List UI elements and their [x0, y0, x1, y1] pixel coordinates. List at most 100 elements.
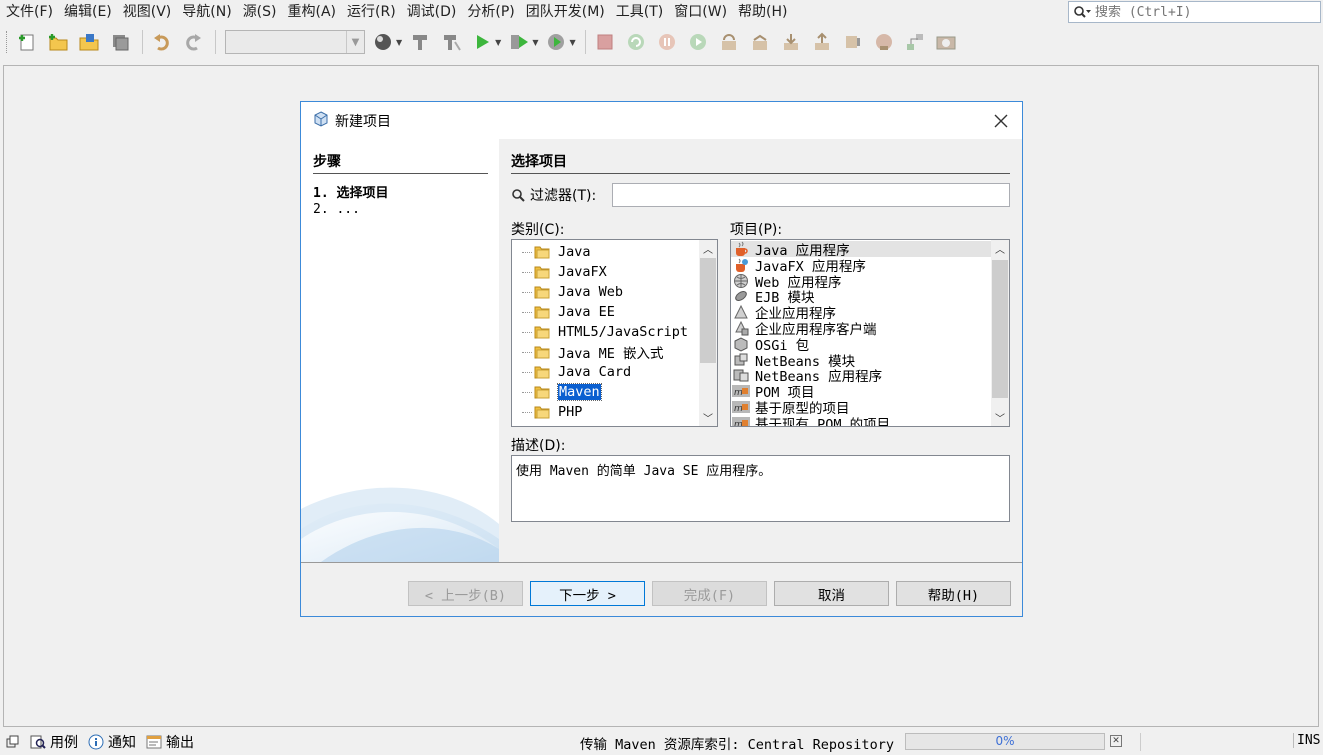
- profile-icon[interactable]: [542, 28, 570, 56]
- stop-icon[interactable]: [591, 28, 619, 56]
- toolbar-separator: [142, 30, 143, 54]
- category-item[interactable]: JavaFX: [522, 262, 607, 282]
- category-item[interactable]: HTML5/JavaScript: [522, 322, 688, 342]
- search-icon[interactable]: [1069, 2, 1095, 22]
- help-button[interactable]: 帮助(H): [896, 581, 1011, 606]
- scroll-up-icon[interactable]: ︿: [991, 240, 1009, 257]
- project-item[interactable]: 企业应用程序: [731, 304, 991, 322]
- project-item[interactable]: EJB 模块: [731, 288, 991, 306]
- debug-icon[interactable]: [505, 28, 533, 56]
- category-item[interactable]: Java EE: [522, 302, 615, 322]
- search-box[interactable]: [1068, 1, 1321, 23]
- chevron-down-icon[interactable]: ▼: [346, 31, 364, 53]
- project-item[interactable]: NetBeans 模块: [731, 352, 991, 370]
- category-item[interactable]: Java Web: [522, 282, 623, 302]
- open-project-icon[interactable]: [75, 28, 103, 56]
- notifications-tab[interactable]: 通知: [88, 732, 136, 752]
- chevron-down-icon[interactable]: ▼: [495, 38, 501, 47]
- categories-tree[interactable]: ︿ ﹀ Java JavaFX Java Web Java EE HTML5/JavaS…: [511, 239, 718, 427]
- run-to-cursor-icon[interactable]: [839, 28, 867, 56]
- new-file-icon[interactable]: [13, 28, 41, 56]
- scrollbar-thumb[interactable]: [700, 258, 716, 363]
- globe-icon[interactable]: [369, 28, 397, 56]
- folder-icon: [534, 305, 550, 319]
- menu-item[interactable]: 运行(R): [341, 0, 401, 24]
- menu-item[interactable]: 帮助(H): [732, 0, 792, 24]
- project-item[interactable]: m POM 项目: [731, 383, 991, 401]
- pause-icon[interactable]: [653, 28, 681, 56]
- project-item[interactable]: NetBeans 应用程序: [731, 367, 991, 385]
- menu-item[interactable]: 调试(D): [401, 0, 462, 24]
- category-item[interactable]: Java ME 嵌入式: [522, 342, 664, 362]
- category-item[interactable]: Maven: [522, 382, 602, 402]
- web-globe-icon: [732, 273, 750, 289]
- category-item[interactable]: Java Card: [522, 362, 631, 382]
- new-project-icon[interactable]: [44, 28, 72, 56]
- menu-item[interactable]: 导航(N): [176, 0, 236, 24]
- cancel-task-icon[interactable]: ✕: [1110, 735, 1122, 747]
- continue-icon[interactable]: [684, 28, 712, 56]
- config-combo[interactable]: ▼: [225, 30, 365, 54]
- chevron-down-icon[interactable]: ▼: [396, 38, 402, 47]
- step-into-icon[interactable]: [777, 28, 805, 56]
- category-label: Java ME 嵌入式: [558, 346, 664, 362]
- projects-scrollbar[interactable]: ︿ ﹀: [991, 240, 1009, 426]
- back-button[interactable]: < 上一步(B): [408, 581, 523, 606]
- run-icon[interactable]: [468, 28, 496, 56]
- menu-item[interactable]: 文件(F): [0, 0, 58, 24]
- close-icon[interactable]: [990, 110, 1012, 132]
- output-icon: [146, 734, 162, 750]
- menu-item[interactable]: 工具(T): [610, 0, 668, 24]
- ejb-bean-icon: [732, 288, 750, 304]
- menu-item[interactable]: 视图(V): [117, 0, 177, 24]
- restart-icon[interactable]: [622, 28, 650, 56]
- redo-icon[interactable]: [179, 28, 207, 56]
- project-item[interactable]: OSGi 包: [731, 336, 991, 354]
- finish-button[interactable]: 完成(F): [652, 581, 767, 606]
- content-heading: 选择项目: [511, 151, 1010, 174]
- chevron-down-icon[interactable]: ▼: [532, 38, 538, 47]
- category-item[interactable]: Java: [522, 242, 591, 262]
- projects-list[interactable]: m 基于现有 POM 的项目 m 基于原型的项目 m POM 项目 NetBeans 应用程…: [730, 239, 1010, 427]
- scrollbar-thumb[interactable]: [992, 260, 1008, 398]
- step-out-icon[interactable]: [808, 28, 836, 56]
- toolbar-grip[interactable]: [6, 31, 10, 53]
- project-item[interactable]: JavaFX 应用程序: [731, 257, 991, 275]
- dialog-title-bar[interactable]: 新建项目: [301, 102, 1022, 139]
- cancel-button[interactable]: 取消: [774, 581, 889, 606]
- output-tab[interactable]: 输出: [146, 732, 194, 752]
- folder-icon: [534, 345, 550, 359]
- build-hammer-icon[interactable]: [406, 28, 434, 56]
- project-item[interactable]: 企业应用程序客户端: [731, 320, 991, 338]
- search-input[interactable]: [1095, 4, 1315, 20]
- camera-icon[interactable]: [932, 28, 960, 56]
- project-item[interactable]: Web 应用程序: [731, 273, 991, 291]
- menu-item[interactable]: 编辑(E): [58, 0, 117, 24]
- project-item[interactable]: m 基于原型的项目: [731, 399, 991, 417]
- filter-input[interactable]: [612, 183, 1010, 207]
- apply-changes-icon[interactable]: [870, 28, 898, 56]
- take-snapshot-icon[interactable]: [901, 28, 929, 56]
- menu-item[interactable]: 分析(P): [461, 0, 519, 24]
- project-item[interactable]: Java 应用程序: [731, 241, 991, 259]
- category-item[interactable]: PHP: [522, 402, 582, 422]
- scroll-down-icon[interactable]: ﹀: [991, 409, 1009, 426]
- menu-item[interactable]: 窗口(W): [668, 0, 732, 24]
- usages-tab[interactable]: 用例: [30, 732, 78, 752]
- save-all-icon[interactable]: [106, 28, 134, 56]
- scroll-up-icon[interactable]: ︿: [699, 240, 717, 257]
- chevron-down-icon[interactable]: ▼: [569, 38, 575, 47]
- categories-scrollbar[interactable]: ︿ ﹀: [699, 240, 717, 426]
- category-label: PHP: [558, 404, 583, 420]
- clean-build-icon[interactable]: [437, 28, 465, 56]
- menu-item[interactable]: 源(S): [237, 0, 282, 24]
- menu-item[interactable]: 团队开发(M): [520, 0, 610, 24]
- scroll-down-icon[interactable]: ﹀: [699, 409, 717, 426]
- osgi-bundle-icon: [732, 336, 750, 352]
- step-over-expr-icon[interactable]: [746, 28, 774, 56]
- undo-icon[interactable]: [148, 28, 176, 56]
- restore-windows-icon[interactable]: [6, 735, 20, 749]
- menu-item[interactable]: 重构(A): [282, 0, 342, 24]
- step-over-icon[interactable]: [715, 28, 743, 56]
- next-button[interactable]: 下一步 >: [530, 581, 645, 606]
